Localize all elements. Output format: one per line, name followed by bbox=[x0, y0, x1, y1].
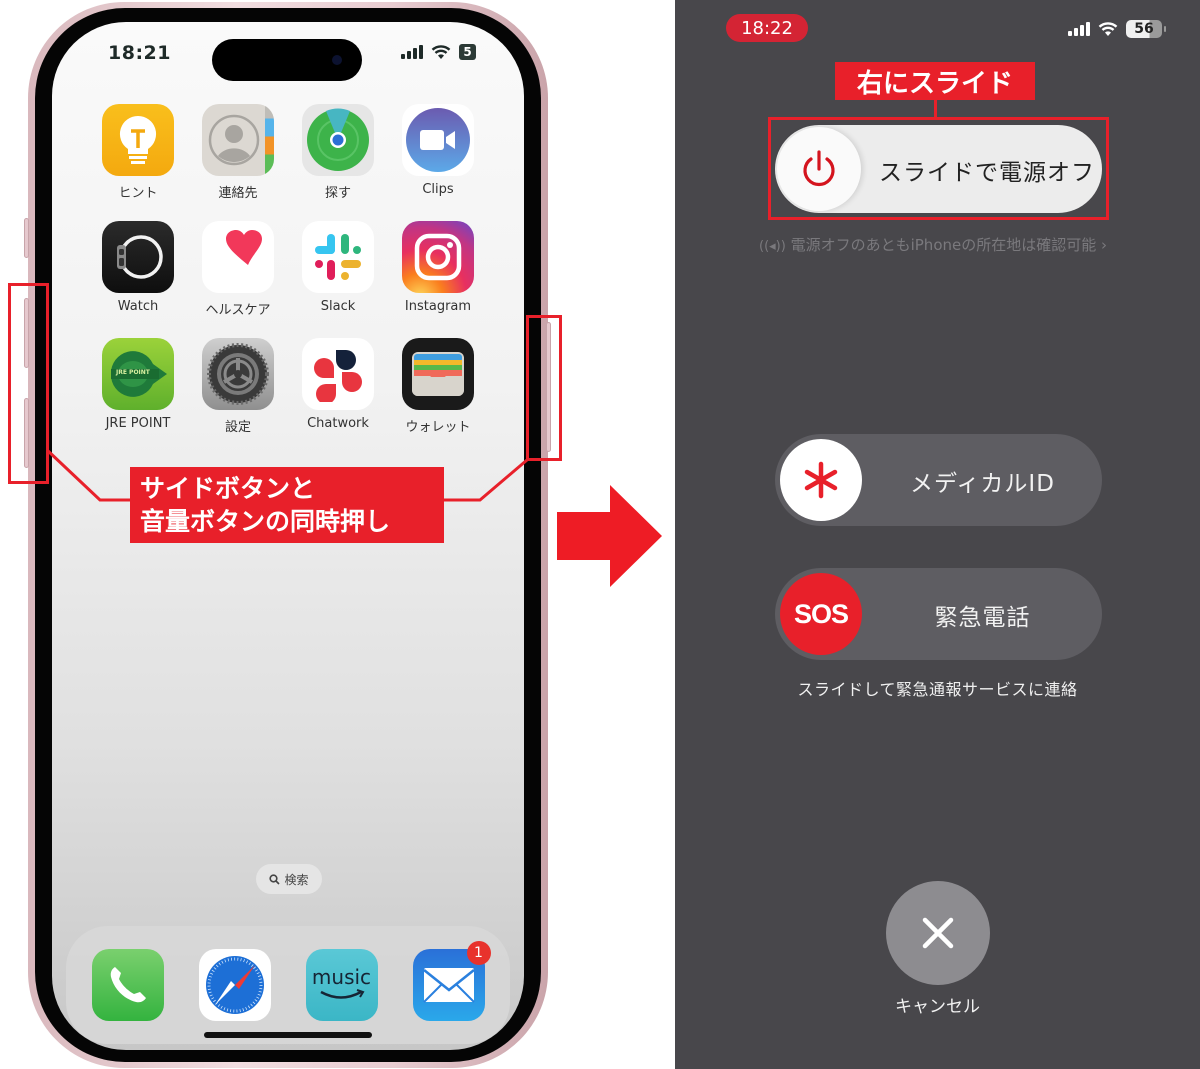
power-off-slider[interactable]: スライドで電源オフ bbox=[775, 125, 1102, 213]
app-chatwork[interactable]: Chatwork bbox=[288, 338, 388, 435]
amazon-music-text: music bbox=[311, 965, 372, 989]
search-button[interactable]: 検索 bbox=[256, 864, 322, 894]
home-indicator[interactable] bbox=[204, 1032, 372, 1038]
power-icon bbox=[803, 150, 835, 187]
medical-id-label: メディカルID bbox=[910, 471, 1055, 497]
wifi-icon bbox=[1098, 21, 1118, 36]
jre-point-inner-text: JRE POINT bbox=[116, 369, 150, 376]
jre-point-icon: JRE POINT bbox=[102, 338, 174, 410]
contacts-icon bbox=[202, 104, 274, 176]
callout-line bbox=[934, 100, 937, 118]
safari-icon[interactable] bbox=[198, 949, 271, 1021]
mail-icon[interactable]: 1 bbox=[412, 941, 491, 1021]
app-label: Watch bbox=[117, 299, 159, 314]
settings-icon bbox=[202, 338, 274, 410]
airtag-signal-icon: ((◂)) bbox=[759, 239, 786, 254]
app-contacts[interactable]: 連絡先 bbox=[188, 104, 288, 201]
app-label: Instagram bbox=[404, 299, 472, 314]
wallet-icon bbox=[402, 338, 474, 410]
slack-icon bbox=[302, 221, 374, 293]
find-my-note-text: 電源オフのあともiPhoneの所在地は確認可能 bbox=[790, 236, 1097, 254]
emergency-sos-slider[interactable]: SOS 緊急電話 bbox=[775, 568, 1102, 660]
watch-icon bbox=[102, 221, 174, 293]
find-my-note[interactable]: ((◂)) 電源オフのあともiPhoneの所在地は確認可能 › bbox=[759, 234, 1107, 255]
app-label: 連絡先 bbox=[218, 186, 258, 201]
health-icon bbox=[202, 221, 274, 293]
side-button-highlight bbox=[526, 315, 562, 461]
arrow-right-icon bbox=[557, 485, 662, 587]
power-slider-knob[interactable] bbox=[777, 127, 861, 211]
app-label: ヒント bbox=[118, 186, 158, 201]
signal-icon bbox=[401, 45, 423, 59]
status-icons: 56 bbox=[1068, 20, 1166, 38]
amazon-music-icon[interactable]: music bbox=[305, 949, 378, 1021]
medical-id-slider[interactable]: メディカルID bbox=[775, 434, 1102, 526]
app-slack[interactable]: Slack bbox=[288, 221, 388, 318]
app-grid: ヒント 連絡先 探す Clips Watch ヘルスケア Slack Insta… bbox=[88, 104, 488, 435]
app-wallet[interactable]: ウォレット bbox=[388, 338, 488, 435]
app-label: Clips bbox=[422, 182, 454, 197]
clips-icon bbox=[402, 104, 474, 176]
cancel-label: キャンセル bbox=[895, 997, 980, 1017]
power-off-screen: 18:22 56 右にスライド スライドで電源オフ ((◂)) 電源オフのあとも… bbox=[675, 0, 1200, 1069]
search-label: 検索 bbox=[284, 872, 309, 887]
battery-indicator: 5 bbox=[459, 44, 476, 60]
volume-buttons-highlight bbox=[8, 283, 49, 484]
status-time: 18:22 bbox=[726, 14, 808, 42]
callout-line-2: 音量ボタンの同時押し bbox=[140, 507, 391, 536]
signal-icon bbox=[1068, 22, 1090, 36]
app-label: ウォレット bbox=[405, 420, 471, 435]
camera-icon bbox=[332, 55, 342, 65]
cancel-button[interactable] bbox=[886, 881, 990, 985]
stage: 18:21 5 ヒント 連絡先 探す Clips Watch ヘルスケア Sla… bbox=[0, 0, 1200, 1069]
app-label: Slack bbox=[320, 299, 356, 314]
app-health[interactable]: ヘルスケア bbox=[188, 221, 288, 318]
app-label: 設定 bbox=[224, 420, 251, 435]
battery-indicator: 56 bbox=[1126, 20, 1166, 38]
app-settings[interactable]: 設定 bbox=[188, 338, 288, 435]
slide-right-callout: 右にスライド bbox=[835, 62, 1035, 100]
app-find-my[interactable]: 探す bbox=[288, 104, 388, 201]
find-my-icon bbox=[302, 104, 374, 176]
power-off-label: スライドで電源オフ bbox=[879, 160, 1095, 186]
dynamic-island bbox=[212, 39, 362, 81]
chevron-right-icon: › bbox=[1101, 236, 1108, 254]
phone-icon[interactable] bbox=[91, 949, 164, 1021]
chatwork-icon bbox=[302, 338, 374, 410]
app-label: ヘルスケア bbox=[205, 303, 271, 318]
wifi-icon bbox=[431, 44, 451, 59]
tips-icon bbox=[102, 104, 174, 176]
status-icons: 5 bbox=[401, 44, 476, 60]
app-watch[interactable]: Watch bbox=[88, 221, 188, 318]
instagram-icon bbox=[402, 221, 474, 293]
dock: music 1 bbox=[66, 926, 510, 1044]
search-icon bbox=[269, 873, 281, 885]
action-button bbox=[24, 218, 29, 258]
app-instagram[interactable]: Instagram bbox=[388, 221, 488, 318]
callout-line-1: サイドボタンと bbox=[140, 474, 316, 503]
mail-badge: 1 bbox=[466, 941, 491, 965]
sos-note: スライドして緊急通報サービスに連絡 bbox=[797, 680, 1078, 699]
emergency-call-label: 緊急電話 bbox=[934, 605, 1031, 631]
close-icon bbox=[922, 917, 954, 949]
app-tips[interactable]: ヒント bbox=[88, 104, 188, 201]
instruction-callout: サイドボタンと 音量ボタンの同時押し bbox=[130, 467, 444, 543]
status-time: 18:21 bbox=[108, 42, 171, 64]
app-label: 探す bbox=[324, 186, 351, 201]
app-label: JRE POINT bbox=[105, 416, 171, 431]
app-jre-point[interactable]: JRE POINT JRE POINT bbox=[88, 338, 188, 435]
app-label: Chatwork bbox=[307, 416, 369, 431]
app-clips[interactable]: Clips bbox=[388, 104, 488, 201]
